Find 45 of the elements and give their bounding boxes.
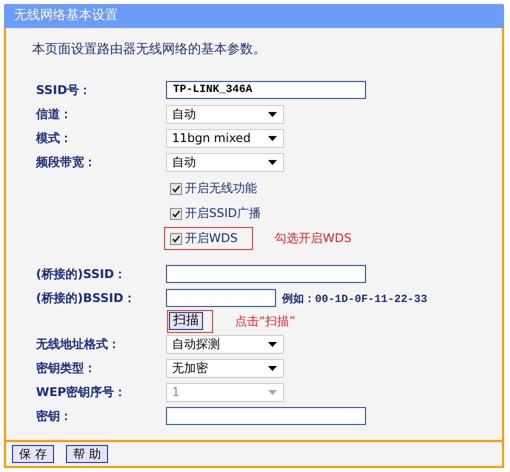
field-label: 无线地址格式： <box>35 336 121 352</box>
caret-icon <box>268 136 277 140</box>
checkbox-label[interactable]: 开启SSID广播 <box>185 205 262 222</box>
field-label: (桥接的)BSSID： <box>35 290 136 306</box>
dropdown[interactable]: 自动 <box>166 104 284 124</box>
field-label: 密钥： <box>35 408 73 424</box>
dropdown-value: 1 <box>172 385 180 399</box>
field-label: (桥接的)SSID： <box>35 266 128 282</box>
dropdown[interactable]: 自动探测 <box>166 334 284 354</box>
description-text: 本页面设置路由器无线网络的基本参数。 <box>32 41 267 58</box>
field-label: 模式： <box>34 130 73 146</box>
checkbox[interactable] <box>170 232 182 244</box>
annotation-text: 点击“扫描” <box>235 312 296 330</box>
caret-icon <box>268 342 277 346</box>
checkbox-label[interactable]: 开启无线功能 <box>185 180 257 197</box>
dropdown[interactable]: 无加密 <box>166 358 284 378</box>
scan-button[interactable]: 扫描 <box>169 312 203 330</box>
checkbox-label[interactable]: 开启WDS <box>185 230 238 247</box>
caret-icon <box>268 112 277 116</box>
dropdown-value: 无加密 <box>172 360 208 376</box>
field-label: 密钥类型： <box>35 360 97 376</box>
caret-icon <box>268 390 277 394</box>
field-label: SSID号： <box>35 82 92 98</box>
example-hint: 例如：00-1D-0F-11-22-33 <box>282 292 428 306</box>
field-label: WEP密钥序号： <box>35 384 128 400</box>
caret-icon <box>268 160 277 164</box>
dropdown-value: 自动 <box>172 154 196 170</box>
input-field[interactable] <box>166 265 366 283</box>
annotation-text: 勾选开启WDS <box>274 230 352 247</box>
dropdown-value: 自动 <box>172 106 196 122</box>
checkbox[interactable] <box>170 208 182 220</box>
checkbox[interactable] <box>170 182 182 194</box>
field-label: 信道： <box>34 106 73 122</box>
help-button[interactable]: 帮 助 <box>66 445 108 463</box>
field-label: 频段带宽： <box>34 154 97 170</box>
save-button[interactable]: 保 存 <box>12 445 54 463</box>
caret-icon <box>268 366 277 370</box>
window-title: 无线网络基本设置 <box>4 4 504 28</box>
dropdown-value: 11bgn mixed <box>172 131 251 145</box>
input-field[interactable] <box>166 407 366 425</box>
input-field[interactable] <box>166 289 276 307</box>
dropdown-value: 自动探测 <box>172 336 220 352</box>
input-field[interactable]: TP-LINK_346A <box>166 81 366 99</box>
dropdown[interactable]: 11bgn mixed <box>166 128 284 148</box>
dropdown[interactable]: 自动 <box>166 152 284 172</box>
